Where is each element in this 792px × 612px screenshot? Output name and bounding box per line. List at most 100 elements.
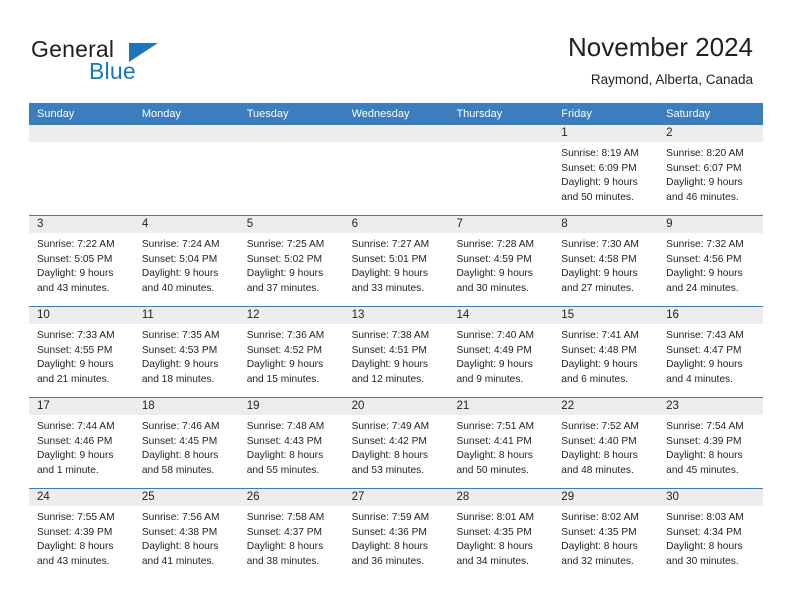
day-number: 1 [553,125,659,142]
day-detail-line: Daylight: 8 hours [561,541,638,553]
day-detail-line: Sunset: 4:36 PM [351,526,427,538]
calendar-day-cell[interactable]: 21 Sunrise: 7:51 AM Sunset: 4:41 PM Dayligh… [448,398,554,488]
calendar-day-cell[interactable]: 24 Sunrise: 7:55 AM Sunset: 4:39 PM Dayligh… [29,489,134,579]
calendar-day-cell[interactable]: 2 Sunrise: 8:20 AM Sunset: 6:07 PM Daylight… [658,125,764,215]
calendar-day-cell[interactable]: 22 Sunrise: 7:52 AM Sunset: 4:40 PM Dayligh… [553,398,659,488]
day-number [448,125,554,142]
day-detail-line: Daylight: 8 hours [141,541,219,553]
day-detail-line: Daylight: 8 hours [141,450,219,462]
day-number: 11 [133,307,239,324]
calendar-day-cell[interactable]: 19 Sunrise: 7:48 AM Sunset: 4:43 PM Dayligh… [238,398,344,488]
calendar-day-cell-empty [343,125,449,215]
calendar-day-cell[interactable]: 4 Sunrise: 7:24 AM Sunset: 5:04 PM Daylight… [133,216,239,306]
day-detail-line: Sunrise: 7:30 AM [561,239,639,250]
day-detail-line: Sunrise: 7:40 AM [456,330,535,341]
day-details: Sunrise: 8:01 AM Sunset: 4:35 PM Daylight:… [448,506,553,569]
calendar-day-cell[interactable]: 10 Sunrise: 7:33 AM Sunset: 4:55 PM Dayligh… [29,307,134,397]
day-detail-line: Sunset: 4:45 PM [141,435,218,447]
calendar-day-cell[interactable]: 20 Sunrise: 7:49 AM Sunset: 4:42 PM Dayligh… [343,398,449,488]
day-details: Sunrise: 7:33 AM Sunset: 4:55 PM Daylight:… [29,324,134,387]
day-detail-line: Sunrise: 7:43 AM [666,330,744,341]
calendar-day-cell[interactable]: 12 Sunrise: 7:36 AM Sunset: 4:52 PM Dayligh… [238,307,344,397]
calendar-day-cell[interactable]: 30 Sunrise: 8:03 AM Sunset: 4:34 PM Dayligh… [658,489,764,579]
day-detail-line: Daylight: 9 hours [141,268,219,280]
calendar-day-cell[interactable]: 17 Sunrise: 7:44 AM Sunset: 4:46 PM Dayligh… [29,398,134,488]
day-detail-line: Sunrise: 7:22 AM [37,239,115,250]
calendar-day-cell[interactable]: 6 Sunrise: 7:27 AM Sunset: 5:01 PM Daylight… [343,216,449,306]
day-number: 30 [658,489,764,506]
day-detail-line: Sunrise: 7:24 AM [141,239,220,250]
day-number: 16 [658,307,764,324]
day-detail-line: and 30 minutes. [456,282,529,294]
calendar-day-cell[interactable]: 3 Sunrise: 7:22 AM Sunset: 5:05 PM Daylight… [29,216,134,306]
calendar-day-cell[interactable]: 28 Sunrise: 8:01 AM Sunset: 4:35 PM Dayligh… [448,489,554,579]
day-detail-line: Daylight: 8 hours [351,450,429,462]
day-detail-line: Sunset: 4:49 PM [456,344,532,356]
day-detail-line: Sunset: 4:58 PM [561,253,637,265]
day-of-week-header-wednesday: Wednesday [351,108,410,120]
day-number: 23 [658,398,764,415]
day-detail-line: and 12 minutes. [351,373,425,385]
calendar-day-cell[interactable]: 7 Sunrise: 7:28 AM Sunset: 4:59 PM Daylight… [448,216,554,306]
day-number: 25 [133,489,239,506]
day-detail-line: Sunset: 4:59 PM [456,253,532,265]
day-details: Sunrise: 7:51 AM Sunset: 4:41 PM Daylight:… [448,415,553,478]
day-detail-line: Daylight: 9 hours [37,450,114,462]
day-detail-line: Daylight: 9 hours [666,268,743,280]
calendar-day-cell[interactable]: 29 Sunrise: 8:02 AM Sunset: 4:35 PM Dayligh… [553,489,659,579]
day-number: 9 [658,216,764,233]
calendar-day-cell[interactable]: 18 Sunrise: 7:46 AM Sunset: 4:45 PM Dayligh… [133,398,239,488]
calendar-day-cell[interactable]: 16 Sunrise: 7:43 AM Sunset: 4:47 PM Dayligh… [658,307,764,397]
day-details: Sunrise: 7:35 AM Sunset: 4:53 PM Daylight:… [134,324,239,387]
calendar-day-cell[interactable]: 15 Sunrise: 7:41 AM Sunset: 4:48 PM Dayligh… [553,307,659,397]
calendar-day-cell[interactable]: 1 Sunrise: 8:19 AM Sunset: 6:09 PM Daylight… [553,125,659,215]
day-detail-line: Daylight: 9 hours [351,268,429,280]
calendar-day-cell[interactable]: 26 Sunrise: 7:58 AM Sunset: 4:37 PM Dayligh… [238,489,344,579]
general-blue-logo[interactable]: General Blue [31,36,231,86]
calendar-day-cell[interactable]: 14 Sunrise: 7:40 AM Sunset: 4:49 PM Dayligh… [448,307,554,397]
calendar-day-cell[interactable]: 11 Sunrise: 7:35 AM Sunset: 4:53 PM Dayligh… [133,307,239,397]
calendar-day-cell-empty [29,125,134,215]
day-detail-line: Sunrise: 7:44 AM [37,421,115,432]
calendar-day-cell[interactable]: 27 Sunrise: 7:59 AM Sunset: 4:36 PM Dayligh… [343,489,449,579]
day-number [343,125,449,142]
calendar-day-cell[interactable]: 23 Sunrise: 7:54 AM Sunset: 4:39 PM Dayligh… [658,398,764,488]
day-details [134,142,239,147]
day-details: Sunrise: 8:03 AM Sunset: 4:34 PM Daylight:… [658,506,763,569]
day-detail-line: and 6 minutes. [561,373,629,385]
day-number: 13 [343,307,449,324]
day-detail-line: Sunset: 4:55 PM [37,344,113,356]
calendar-week-row: 24 Sunrise: 7:55 AM Sunset: 4:39 PM Dayligh… [29,488,764,579]
day-details: Sunrise: 7:24 AM Sunset: 5:04 PM Daylight:… [134,233,239,296]
calendar-day-cell[interactable]: 25 Sunrise: 7:56 AM Sunset: 4:38 PM Dayligh… [133,489,239,579]
day-detail-line: Sunset: 4:48 PM [561,344,637,356]
calendar-day-cell[interactable]: 5 Sunrise: 7:25 AM Sunset: 5:02 PM Daylight… [238,216,344,306]
day-detail-line: Sunrise: 7:28 AM [456,239,535,250]
calendar-day-cell[interactable]: 8 Sunrise: 7:30 AM Sunset: 4:58 PM Daylight… [553,216,659,306]
day-number: 5 [238,216,344,233]
day-detail-line: Daylight: 8 hours [246,541,324,553]
day-detail-line: Daylight: 9 hours [246,268,324,280]
day-detail-line: Sunrise: 7:36 AM [246,330,325,341]
day-of-week-header-row: Sunday Monday Tuesday Wednesday Thursday Frid… [29,103,763,125]
day-details: Sunrise: 7:46 AM Sunset: 4:45 PM Daylight:… [134,415,239,478]
day-detail-line: and 21 minutes. [37,373,110,385]
day-detail-line: Sunrise: 7:59 AM [351,512,430,523]
day-detail-line: and 18 minutes. [141,373,215,385]
day-detail-line: Sunset: 4:56 PM [666,253,742,265]
day-detail-line: and 9 minutes. [456,373,524,385]
day-detail-line: and 46 minutes. [666,191,739,203]
day-detail-line: Daylight: 8 hours [37,541,114,553]
day-detail-line: Daylight: 9 hours [37,359,114,371]
calendar-week-row: 17 Sunrise: 7:44 AM Sunset: 4:46 PM Dayligh… [29,397,764,488]
calendar-day-cell[interactable]: 13 Sunrise: 7:38 AM Sunset: 4:51 PM Dayligh… [343,307,449,397]
day-number: 14 [448,307,554,324]
calendar-day-cell[interactable]: 9 Sunrise: 7:32 AM Sunset: 4:56 PM Daylight… [658,216,764,306]
day-details: Sunrise: 7:56 AM Sunset: 4:38 PM Daylight:… [134,506,239,569]
day-detail-line: Sunrise: 7:38 AM [351,330,430,341]
day-detail-line: and 53 minutes. [351,464,425,476]
day-detail-line: Sunset: 4:43 PM [246,435,323,447]
day-detail-line: Daylight: 9 hours [666,177,743,189]
day-detail-line: and 48 minutes. [561,464,634,476]
day-detail-line: Sunrise: 7:46 AM [141,421,220,432]
